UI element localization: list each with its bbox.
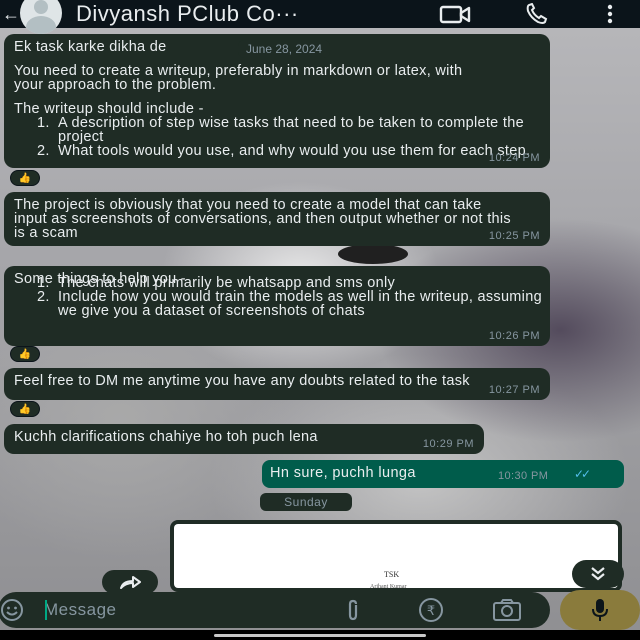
message-text: The writeup should include - — [14, 101, 204, 117]
day-separator: Sunday — [260, 493, 352, 511]
thumbs-up-reaction-icon[interactable]: 👍 — [10, 401, 40, 417]
svg-text:₹: ₹ — [427, 604, 435, 619]
list-item: Include how you would train the models a… — [54, 290, 554, 319]
document-subtitle: Arihant Kumar — [370, 584, 407, 590]
incoming-message[interactable]: Some things to help you - The chats will… — [4, 266, 550, 346]
list-item: The chats will primarily be whatsapp and… — [54, 276, 554, 291]
floating-date-chip: June 28, 2024 — [238, 40, 331, 58]
avatar[interactable] — [20, 0, 62, 34]
scroll-to-bottom-button[interactable] — [572, 560, 624, 588]
forward-button[interactable] — [102, 570, 158, 594]
more-options-icon[interactable] — [604, 2, 616, 26]
message-text: Hn sure, puchh lunga — [270, 465, 416, 481]
message-text: Kuchh clarifications chahiye ho toh puch… — [14, 429, 318, 445]
chat-header: ← Divyansh PClub Co··· — [0, 0, 640, 34]
video-call-icon[interactable] — [438, 2, 472, 26]
gesture-handle[interactable] — [214, 634, 426, 637]
incoming-message[interactable]: Kuchh clarifications chahiye ho toh puch… — [4, 424, 484, 454]
message-time: 10:26 PM — [488, 330, 540, 342]
list-item: What tools would you use, and why would … — [54, 144, 544, 159]
message-input[interactable] — [44, 598, 324, 622]
contact-name[interactable]: Divyansh PClub Co··· — [76, 1, 396, 27]
document-preview[interactable]: TSK Arihant Kumar — [174, 524, 618, 590]
message-text: You need to create a writeup, preferably… — [14, 63, 463, 93]
camera-icon[interactable] — [492, 598, 522, 627]
document-title: TSK — [384, 570, 400, 579]
help-list: The chats will primarily be whatsapp and… — [14, 276, 554, 319]
task-list: A description of step wise tasks that ne… — [14, 116, 544, 159]
voice-message-button[interactable] — [560, 590, 640, 630]
rupee-icon[interactable]: ₹ — [418, 597, 444, 628]
message-text: The project is obviously that you need t… — [14, 197, 511, 241]
outgoing-message[interactable]: Hn sure, puchh lunga 10:30 PM ✓✓ — [262, 460, 624, 488]
double-chevron-down-icon — [591, 567, 605, 581]
thumbs-up-reaction-icon[interactable]: 👍 — [10, 346, 40, 362]
incoming-message[interactable]: The project is obviously that you need t… — [4, 192, 550, 246]
incoming-message[interactable]: Feel free to DM me anytime you have any … — [4, 368, 550, 400]
forward-icon — [120, 576, 141, 589]
attach-icon[interactable] — [346, 599, 360, 626]
document-message[interactable]: TSK Arihant Kumar — [170, 520, 622, 592]
thumbs-up-reaction-icon[interactable]: 👍 — [10, 170, 40, 186]
voice-call-icon[interactable] — [522, 2, 552, 26]
wallpaper-detail — [338, 244, 408, 264]
message-time: 10:29 PM — [422, 438, 474, 450]
message-composer: ₹ — [0, 592, 550, 628]
message-time: 10:25 PM — [488, 230, 540, 242]
message-text: Ek task karke dikha de — [14, 39, 167, 55]
message-time: 10:30 PM — [498, 470, 549, 482]
message-time: 10:27 PM — [488, 384, 540, 396]
emoji-icon[interactable] — [0, 598, 24, 627]
mic-icon — [592, 599, 608, 621]
message-time: 10:24 PM — [488, 152, 540, 164]
message-text: Feel free to DM me anytime you have any … — [14, 373, 470, 389]
read-receipt-icon: ✓✓ — [574, 467, 591, 481]
text-caret — [45, 600, 47, 620]
list-item: A description of step wise tasks that ne… — [54, 116, 544, 145]
back-arrow-icon[interactable]: ← — [0, 4, 20, 25]
